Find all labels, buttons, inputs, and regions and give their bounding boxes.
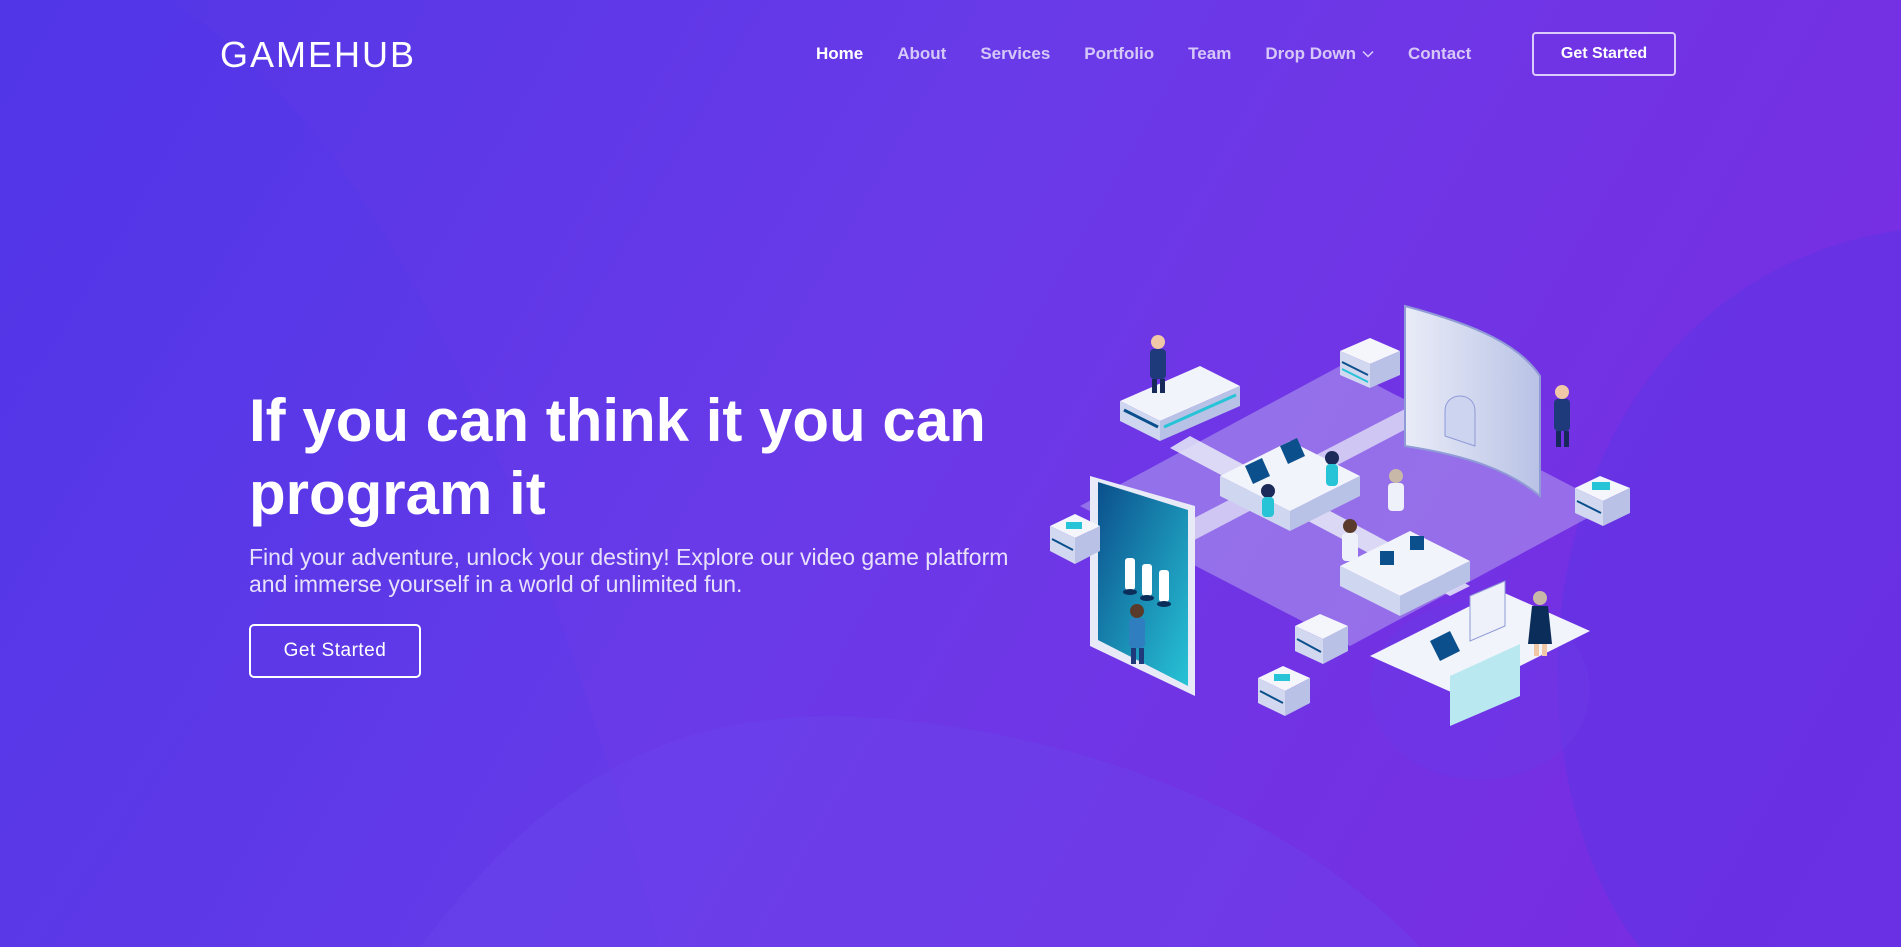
- hero-subtitle-line2: and immerse yourself in a world of unlim…: [249, 571, 743, 597]
- chevron-down-icon: [1362, 50, 1374, 58]
- main-nav: Home About Services Portfolio Team Drop …: [816, 44, 1471, 64]
- hero-subtitle: Find your adventure, unlock your destiny…: [249, 544, 1009, 598]
- hero-section: If you can think it you can program it F…: [249, 384, 1009, 598]
- isometric-office-illustration: [1050, 304, 1630, 726]
- nav-home[interactable]: Home: [816, 44, 863, 64]
- hero-get-started-button[interactable]: Get Started: [249, 624, 421, 678]
- hero-title: If you can think it you can program it: [249, 384, 1009, 530]
- nav-team[interactable]: Team: [1188, 44, 1231, 64]
- hero-title-line1: If you can think it you can: [249, 387, 986, 454]
- nav-portfolio[interactable]: Portfolio: [1084, 44, 1154, 64]
- logo[interactable]: GAMEHUB: [220, 34, 416, 76]
- hero-title-line2: program it: [249, 460, 546, 527]
- nav-dropdown-label: Drop Down: [1265, 44, 1356, 63]
- hero-subtitle-line1: Find your adventure, unlock your destiny…: [249, 544, 1009, 570]
- nav-dropdown[interactable]: Drop Down: [1265, 44, 1374, 64]
- nav-services[interactable]: Services: [980, 44, 1050, 64]
- header-get-started-button[interactable]: Get Started: [1532, 32, 1676, 76]
- nav-about[interactable]: About: [897, 44, 946, 64]
- nav-contact[interactable]: Contact: [1408, 44, 1471, 64]
- site-header: GAMEHUB Home About Services Portfolio Te…: [0, 0, 1901, 108]
